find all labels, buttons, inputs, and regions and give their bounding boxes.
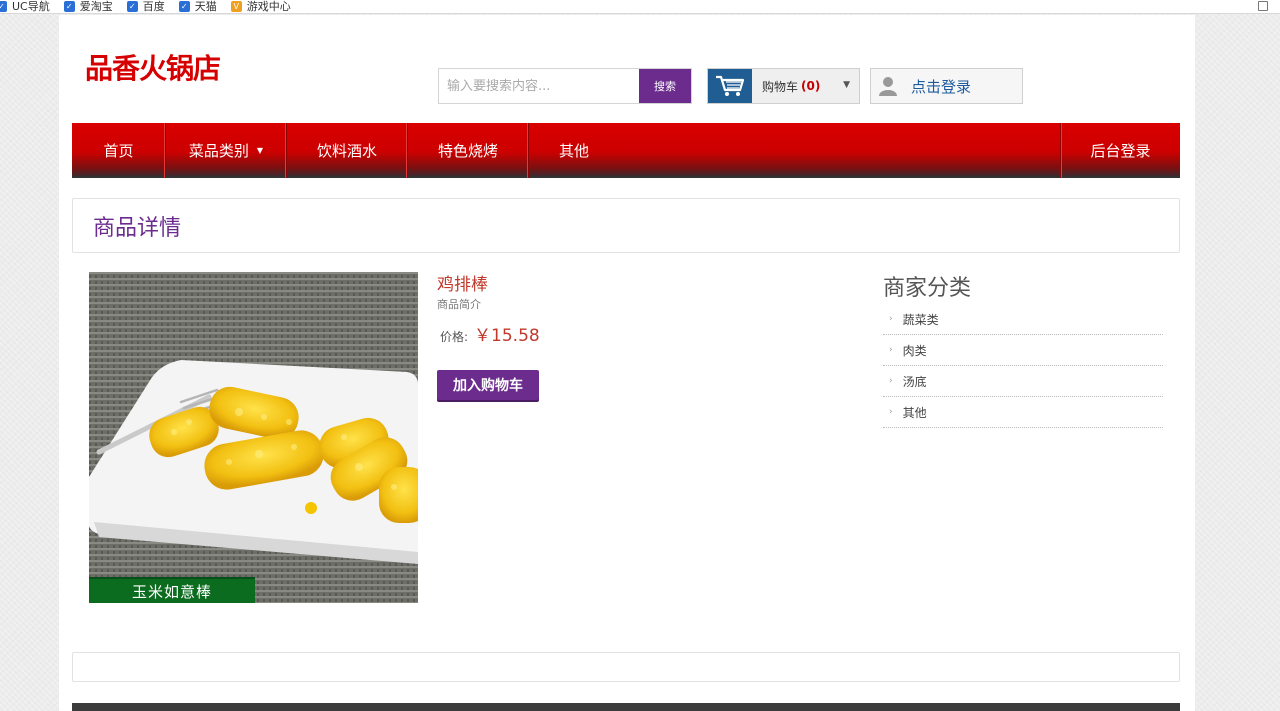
cart-label: 购物车 [762,79,799,94]
product-image: 玉米如意棒 [89,272,418,603]
price-label: 价格: [440,330,469,344]
page-container: 品香火锅店 搜索 购物车 (0) ▼ 点击登录 首页 菜品类别 [59,15,1195,711]
chevron-down-icon: ▼ [843,80,850,90]
sidebar-item-soup-base[interactable]: › 汤底 [883,366,1163,397]
nav-categories-label: 菜品类别 [188,142,249,160]
chevron-right-icon: › [889,314,893,324]
bookmark-label: 百度 [142,0,165,13]
sidebar-item-label: 汤底 [902,374,927,389]
cart-count: (0) [801,79,821,93]
nav-categories[interactable]: 菜品类别 ▼ [166,123,287,178]
bookmark-label: 爱淘宝 [79,0,113,13]
bookmark-label: 天猫 [194,0,217,13]
sidebar-item-vegetables[interactable]: › 蔬菜类 [883,304,1163,335]
bookmark-game[interactable]: V 游戏中心 [230,0,291,13]
user-icon [879,76,897,96]
chevron-right-icon: › [889,345,893,355]
page-title: 商品详情 [93,215,182,241]
bookmark-taobao[interactable]: ✓ 爱淘宝 [63,0,113,13]
login-label: 点击登录 [911,77,972,96]
sidebar-item-label: 肉类 [902,343,927,358]
game-icon: V [230,1,242,12]
bookmark-tmall[interactable]: ✓ 天猫 [178,0,217,13]
sidebar-item-other[interactable]: › 其他 [883,397,1163,428]
add-to-cart-button[interactable]: 加入购物车 [437,370,539,400]
price-row: 价格: ￥15.58 [440,321,540,346]
bookmark-manager-icon[interactable] [1258,1,1268,11]
sidebar-item-label: 其他 [902,405,927,420]
detail-header: 商品详情 [72,198,1180,253]
nav-admin-login[interactable]: 后台登录 [1060,123,1180,178]
bookmark-label: UC导航 [12,0,50,13]
chevron-right-icon: › [889,376,893,386]
site-logo[interactable]: 品香火锅店 [85,47,221,87]
price-value: ￥15.58 [474,326,540,346]
nav-drinks[interactable]: 饮料酒水 [287,123,408,178]
bookmarks-bar: ✓ UC导航 ✓ 爱淘宝 ✓ 百度 ✓ 天猫 V 游戏中心 [0,0,1280,14]
bookmark-uc[interactable]: ✓ UC导航 [0,0,50,13]
product-photo [89,272,418,603]
nav-home[interactable]: 首页 [72,123,166,178]
sidebar-title: 商家分类 [883,276,972,301]
search-input[interactable] [439,69,639,103]
image-caption: 玉米如意棒 [89,577,255,603]
nav-bbq[interactable]: 特色烧烤 [408,123,529,178]
search-button[interactable]: 搜索 [639,69,691,103]
search-box: 搜索 [438,68,692,104]
tmall-icon: ✓ [178,1,190,12]
sidebar-item-meat[interactable]: › 肉类 [883,335,1163,366]
product-name: 鸡排棒 [437,275,488,295]
chevron-down-icon: ▼ [256,146,264,155]
nav-other[interactable]: 其他 [529,123,619,178]
category-list: › 蔬菜类 › 肉类 › 汤底 › 其他 [883,304,1163,428]
baidu-icon: ✓ [126,1,138,12]
uc-icon: ✓ [0,1,7,12]
cart-icon [708,69,752,103]
bookmark-label: 游戏中心 [246,0,291,13]
login-button[interactable]: 点击登录 [870,68,1023,104]
sidebar-item-label: 蔬菜类 [902,312,939,327]
taobao-icon: ✓ [63,1,75,12]
chevron-right-icon: › [889,407,893,417]
cart-dropdown[interactable]: 购物车 (0) ▼ [707,68,860,104]
product-intro: 商品简介 [437,298,481,311]
main-nav: 首页 菜品类别 ▼ 饮料酒水 特色烧烤 其他 后台登录 [72,123,1180,178]
bookmark-baidu[interactable]: ✓ 百度 [126,0,165,13]
content-bottom-box [72,652,1180,682]
footer-bar [72,703,1180,711]
